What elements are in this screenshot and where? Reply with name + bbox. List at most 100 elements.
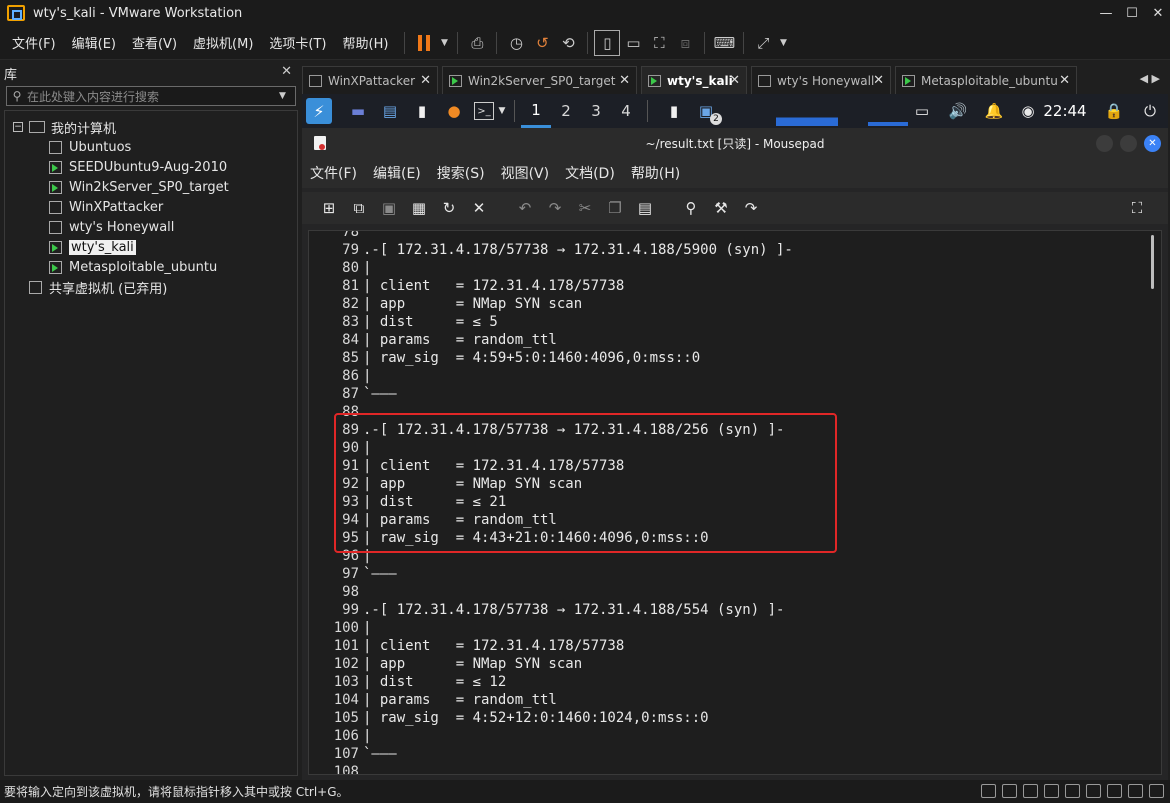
kali-menu-icon[interactable]: ⚡ [306, 98, 332, 124]
tab-wtys-kali[interactable]: wty's_kali ✕ [641, 66, 747, 94]
guest-display[interactable]: ⚡ ▬ ▤ ▮ ● >_ ▼ 1 2 3 4 ▮ ▣ 2 ▭ 🔊 🔔 ◉ 22:… [302, 94, 1168, 780]
tab-close-icon[interactable]: ✕ [729, 73, 740, 88]
network-adapter-icon[interactable] [1023, 784, 1038, 798]
new-document-icon[interactable]: ⊞ [314, 199, 344, 217]
chevron-down-icon[interactable]: ▼ [776, 30, 790, 56]
menu-file[interactable]: 文件(F) [6, 33, 62, 52]
pause-icon[interactable] [411, 30, 437, 56]
power-icon[interactable]: ⏻ [1138, 94, 1162, 128]
notification-bell-icon[interactable]: 🔔 [982, 94, 1006, 128]
find-icon[interactable]: ⚲ [676, 199, 706, 217]
workspace-2[interactable]: 2 [551, 94, 581, 128]
show-desktop-icon[interactable]: ▬ [346, 99, 370, 123]
go-to-line-icon[interactable]: ↷ [736, 199, 766, 217]
collapse-icon[interactable]: − [13, 122, 23, 132]
tab-winxpattacker[interactable]: WinXPattacker ✕ [302, 66, 438, 94]
fullscreen-icon[interactable]: ⛶ [1122, 199, 1152, 217]
mp-menu-view[interactable]: 视图(V) [501, 163, 550, 183]
stretch-guest-icon[interactable]: ⤢ [750, 30, 776, 56]
maximize-button[interactable]: ☐ [1118, 0, 1146, 26]
cut-icon[interactable]: ✂ [570, 199, 600, 217]
tree-item-vm[interactable]: SEEDUbuntu9-Aug-2010 [5, 157, 297, 177]
mp-minimize-button[interactable] [1096, 135, 1113, 152]
tree-item-vm[interactable]: Ubuntuos [5, 137, 297, 157]
menu-help[interactable]: 帮助(H) [337, 33, 395, 52]
chevron-down-icon[interactable]: ▼ [496, 99, 508, 123]
new-window-icon[interactable]: ⧉ [344, 199, 374, 217]
revert-snapshot-icon[interactable]: ↺ [529, 30, 555, 56]
redo-icon[interactable]: ↷ [540, 199, 570, 217]
text-editor-icon[interactable]: ▮ [410, 99, 434, 123]
paste-icon[interactable]: ▤ [630, 199, 660, 217]
chevron-down-icon[interactable]: ▼ [437, 30, 451, 56]
text-editor[interactable]: 78 79 .-[ 172.31.4.178/57738 → 172.31.4.18… [308, 230, 1162, 775]
tree-item-shared-vms[interactable]: 共享虚拟机 (已弃用) [5, 277, 297, 297]
scroll-thumb[interactable] [1151, 235, 1154, 289]
printer-icon[interactable] [1107, 784, 1122, 798]
tab-close-icon[interactable]: ✕ [619, 73, 630, 88]
tab-scroll-icon[interactable]: ◀ ▶ [1140, 72, 1160, 85]
close-button[interactable]: ✕ [1144, 0, 1170, 26]
lock-icon[interactable]: 🔒 [1102, 94, 1126, 128]
tree-item-vm[interactable]: Metasploitable_ubuntu [5, 257, 297, 277]
undo-icon[interactable]: ↶ [510, 199, 540, 217]
tree-item-vm[interactable]: Win2kServer_SP0_target [5, 177, 297, 197]
display-icon[interactable] [1128, 784, 1143, 798]
find-replace-icon[interactable]: ⚒ [706, 199, 736, 217]
editor-scrollbar[interactable] [1149, 231, 1159, 774]
firefox-icon[interactable]: ● [442, 99, 466, 123]
save-icon[interactable]: ▣ [374, 199, 404, 217]
mp-close-button[interactable]: ✕ [1144, 135, 1161, 152]
tab-close-icon[interactable]: ✕ [873, 73, 884, 88]
library-close-icon[interactable]: ✕ [281, 64, 292, 79]
network-icon[interactable]: ▭ [910, 94, 934, 128]
menu-vm[interactable]: 虚拟机(M) [187, 33, 259, 52]
snapshot-manager-icon[interactable]: ⟲ [555, 30, 581, 56]
unity-icon[interactable]: ⧈ [672, 30, 698, 56]
volume-icon[interactable]: 🔊 [946, 94, 970, 128]
thumbnail-bar-icon[interactable]: ▭ [620, 30, 646, 56]
power-status-icon[interactable]: ◉ [1016, 94, 1040, 128]
workspace-3[interactable]: 3 [581, 94, 611, 128]
hard-disk-icon[interactable] [981, 784, 996, 798]
tree-item-vm[interactable]: wty's Honeywall [5, 217, 297, 237]
tree-item-my-computer[interactable]: − 我的计算机 [5, 117, 297, 137]
copy-icon[interactable]: ❐ [600, 199, 630, 217]
mp-menu-document[interactable]: 文档(D) [565, 163, 615, 183]
reload-icon[interactable]: ↻ [434, 199, 464, 217]
mp-menu-file[interactable]: 文件(F) [310, 163, 357, 183]
mp-menu-edit[interactable]: 编辑(E) [373, 163, 421, 183]
mp-menu-search[interactable]: 搜索(S) [437, 163, 485, 183]
sound-card-icon[interactable] [1086, 784, 1101, 798]
snapshot-icon[interactable]: ◷ [503, 30, 529, 56]
send-ctrl-alt-del-icon[interactable]: ⎙ [464, 30, 490, 56]
save-as-icon[interactable]: ▦ [404, 199, 434, 217]
terminal-icon[interactable]: >_ [474, 102, 494, 120]
console-view-icon[interactable]: ⌨ [711, 30, 737, 56]
menu-view[interactable]: 查看(V) [126, 33, 183, 52]
menu-tabs[interactable]: 选项卡(T) [263, 33, 332, 52]
mp-menu-help[interactable]: 帮助(H) [631, 163, 680, 183]
mp-maximize-button[interactable] [1120, 135, 1137, 152]
file-manager-icon[interactable]: ▤ [378, 99, 402, 123]
tab-wtys-honeywall[interactable]: wty's Honeywall ✕ [751, 66, 891, 94]
tab-close-icon[interactable]: ✕ [420, 73, 431, 88]
full-screen-icon[interactable]: ⛶ [646, 30, 672, 56]
workspace-4[interactable]: 4 [611, 94, 641, 128]
close-document-icon[interactable]: ✕ [464, 199, 494, 217]
screenshot-task-icon[interactable]: ▣ 2 [694, 99, 722, 125]
cd-dvd-icon[interactable] [1002, 784, 1017, 798]
usb-icon[interactable] [1065, 784, 1080, 798]
panel-clock[interactable]: 22:44 [1042, 94, 1088, 128]
tab-close-icon[interactable]: ✕ [1059, 73, 1070, 88]
tree-item-vm[interactable]: WinXPattacker [5, 197, 297, 217]
show-library-icon[interactable]: ▯ [594, 29, 621, 56]
workspace-1[interactable]: 1 [521, 94, 551, 128]
mousepad-task-icon[interactable]: ▮ [662, 99, 686, 123]
library-search-input[interactable]: ⚲ 在此处键入内容进行搜索 ▼ [6, 86, 296, 106]
minimize-button[interactable]: — [1092, 0, 1120, 26]
tree-item-vm-selected[interactable]: wty's_kali [5, 237, 297, 257]
tab-win2kserver[interactable]: Win2kServer_SP0_target ✕ [442, 66, 637, 94]
menu-edit[interactable]: 编辑(E) [66, 33, 122, 52]
chevron-down-icon[interactable]: ▼ [279, 91, 295, 101]
